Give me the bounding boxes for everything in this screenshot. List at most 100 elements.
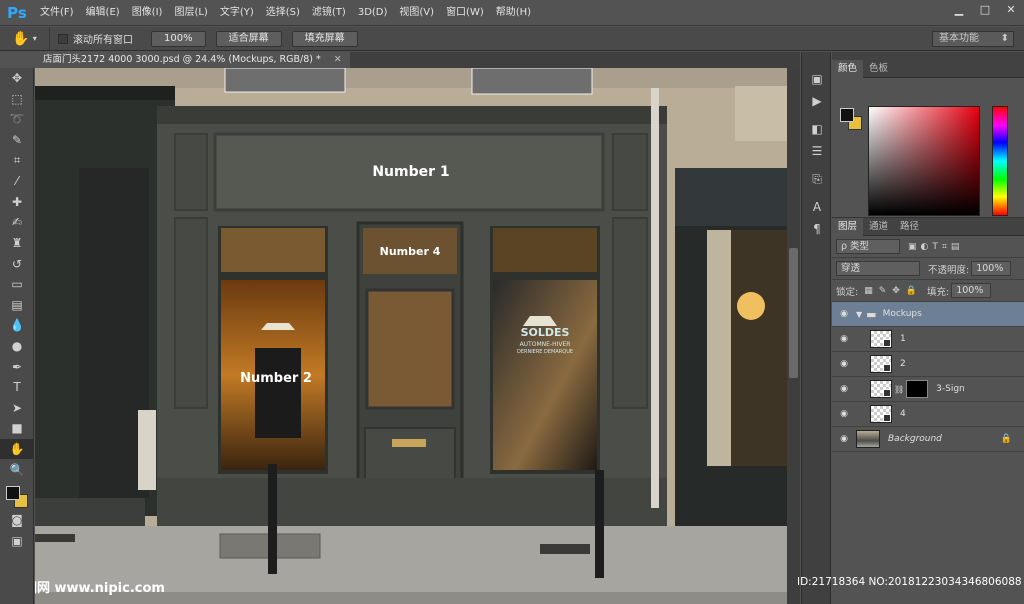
eye-icon[interactable]: ◉: [832, 384, 856, 394]
brush-tool-icon[interactable]: ✍: [0, 212, 34, 233]
marquee-tool-icon[interactable]: ⬚: [0, 89, 34, 110]
color-swatches[interactable]: [0, 480, 34, 510]
maximize-icon[interactable]: □: [972, 0, 998, 18]
photoshop-logo: Ps: [7, 3, 27, 22]
paragraph-panel-icon[interactable]: ¶: [802, 218, 832, 240]
lock-label: 锁定:: [836, 286, 859, 298]
eye-icon[interactable]: ◉: [832, 434, 856, 444]
tab-layers[interactable]: 图层: [832, 217, 864, 236]
layer-thumbnail: [870, 405, 892, 423]
pen-tool-icon[interactable]: ✒: [0, 356, 34, 377]
tab-swatches[interactable]: 色板: [863, 60, 894, 78]
zoom-tool-icon[interactable]: 🔍: [0, 459, 34, 480]
menu-image[interactable]: 图像(I): [126, 0, 169, 26]
menu-window[interactable]: 窗口(W): [440, 0, 490, 26]
document-canvas[interactable]: Number 1 Number 2 Number 4 SOLDES AUTOMN…: [35, 68, 787, 604]
sign-number-2-text: Number 2: [240, 371, 312, 386]
menu-layer[interactable]: 图层(L): [168, 0, 213, 26]
eye-icon[interactable]: ◉: [832, 409, 856, 419]
lasso-tool-icon[interactable]: ➰: [0, 109, 34, 130]
hand-tool-icon[interactable]: ✋: [0, 438, 34, 460]
foreground-color-swatch[interactable]: [840, 108, 854, 122]
dodge-tool-icon[interactable]: ●: [0, 336, 34, 357]
fill-input[interactable]: 100%: [951, 283, 992, 298]
healing-brush-tool-icon[interactable]: ✚: [0, 192, 34, 213]
layer-row-4[interactable]: ◉ 4: [832, 402, 1024, 427]
fill-label: 填充:: [927, 286, 950, 298]
crop-tool-icon[interactable]: ⌗: [0, 150, 34, 171]
smart-object-icon: [883, 339, 891, 347]
quick-mask-icon[interactable]: ◙: [0, 510, 34, 531]
blur-tool-icon[interactable]: 💧: [0, 315, 34, 336]
layer-thumbnail: [856, 430, 880, 448]
close-icon[interactable]: ✕: [998, 0, 1024, 18]
lock-icons[interactable]: ▦✎✥🔒: [864, 286, 923, 296]
hue-slider[interactable]: [992, 106, 1008, 216]
fill-screen-button[interactable]: 填充屏幕: [291, 30, 358, 47]
document-tab[interactable]: 店面门头2172 4000 3000.psd @ 24.4% (Mockups,…: [35, 52, 350, 68]
menu-filter[interactable]: 滤镜(T): [306, 0, 352, 26]
eraser-tool-icon[interactable]: ▭: [0, 274, 34, 295]
layer-name: 4: [900, 409, 906, 419]
chain-link-icon[interactable]: ⛓: [894, 385, 904, 394]
tab-channels[interactable]: 通道: [863, 218, 894, 236]
eye-icon[interactable]: ◉: [832, 309, 856, 319]
window-controls: ▁ □ ✕: [946, 0, 1024, 18]
history-panel-icon[interactable]: ▣: [802, 68, 832, 90]
filter-icons[interactable]: ▣◐T⌗▤: [908, 242, 963, 252]
layer-row-3-sign[interactable]: ◉ ⛓ 3-Sign: [832, 377, 1024, 402]
opacity-input[interactable]: 100%: [971, 261, 1012, 276]
gradient-tool-icon[interactable]: ▤: [0, 295, 34, 316]
type-tool-icon[interactable]: T: [0, 377, 34, 398]
menu-type[interactable]: 文字(Y): [214, 0, 260, 26]
scroll-all-windows-toggle[interactable]: 滚动所有窗口: [58, 31, 133, 46]
fit-screen-button[interactable]: 适合屏幕: [215, 30, 282, 47]
history-brush-tool-icon[interactable]: ↺: [0, 253, 34, 274]
scroll-all-label: 滚动所有窗口: [73, 35, 133, 46]
minimize-icon[interactable]: ▁: [946, 0, 972, 18]
character-panel-icon[interactable]: A: [802, 196, 832, 218]
menu-select[interactable]: 选择(S): [260, 0, 306, 26]
layer-row-1[interactable]: ◉ 1: [832, 327, 1024, 352]
eye-icon[interactable]: ◉: [832, 359, 856, 369]
chevron-down-icon[interactable]: ▼: [856, 310, 862, 319]
layer-row-background[interactable]: ◉ Background 🔒: [832, 427, 1024, 452]
layer-filter-select[interactable]: ρ 类型: [836, 239, 900, 254]
menu-help[interactable]: 帮助(H): [490, 0, 537, 26]
shape-tool-icon[interactable]: ■: [0, 418, 34, 439]
blend-mode-select[interactable]: 穿透: [836, 261, 920, 276]
path-select-tool-icon[interactable]: ➤: [0, 398, 34, 419]
color-picker-field[interactable]: [868, 106, 980, 216]
folder-icon: ▬: [866, 307, 877, 321]
layer-row-2[interactable]: ◉ 2: [832, 352, 1024, 377]
menu-view[interactable]: 视图(V): [393, 0, 440, 26]
eyedropper-tool-icon[interactable]: ⁄: [0, 171, 34, 192]
menu-3d[interactable]: 3D(D): [352, 0, 394, 26]
adjustments-panel-icon[interactable]: ◧: [802, 118, 832, 140]
hand-tool-preset-icon[interactable]: ✋ ▾: [0, 26, 50, 51]
scrollbar-thumb[interactable]: [789, 248, 798, 378]
fill-value: 100%: [956, 285, 984, 296]
properties-panel-icon[interactable]: ☰: [802, 140, 832, 162]
tab-paths[interactable]: 路径: [894, 218, 925, 236]
actions-panel-icon[interactable]: ▶: [802, 90, 832, 112]
clone-source-panel-icon[interactable]: ⎘: [802, 168, 832, 190]
move-tool-icon[interactable]: ✥: [0, 68, 34, 89]
zoom-100-button[interactable]: 100%: [151, 30, 206, 47]
vertical-scrollbar[interactable]: [787, 68, 800, 604]
menu-file[interactable]: 文件(F): [34, 0, 80, 26]
scroll-all-checkbox[interactable]: [58, 33, 68, 44]
close-icon[interactable]: ✕: [334, 54, 342, 65]
layer-row-mockups[interactable]: ◉ ▼ ▬ Mockups: [832, 302, 1024, 327]
menu-edit[interactable]: 编辑(E): [80, 0, 126, 26]
opacity-value: 100%: [976, 263, 1004, 274]
screen-mode-icon[interactable]: ▣: [0, 530, 34, 551]
workspace-select[interactable]: 基本功能 ⬍: [932, 31, 1014, 47]
quick-select-tool-icon[interactable]: ✎: [0, 130, 34, 151]
eye-icon[interactable]: ◉: [832, 334, 856, 344]
tab-color[interactable]: 颜色: [832, 59, 864, 78]
document-tab-title: 店面门头2172 4000 3000.psd @ 24.4% (Mockups,…: [43, 54, 321, 65]
clone-stamp-tool-icon[interactable]: ♜: [0, 233, 34, 254]
foreground-color-swatch[interactable]: [6, 485, 20, 500]
layer-mask-thumbnail[interactable]: [906, 380, 929, 398]
